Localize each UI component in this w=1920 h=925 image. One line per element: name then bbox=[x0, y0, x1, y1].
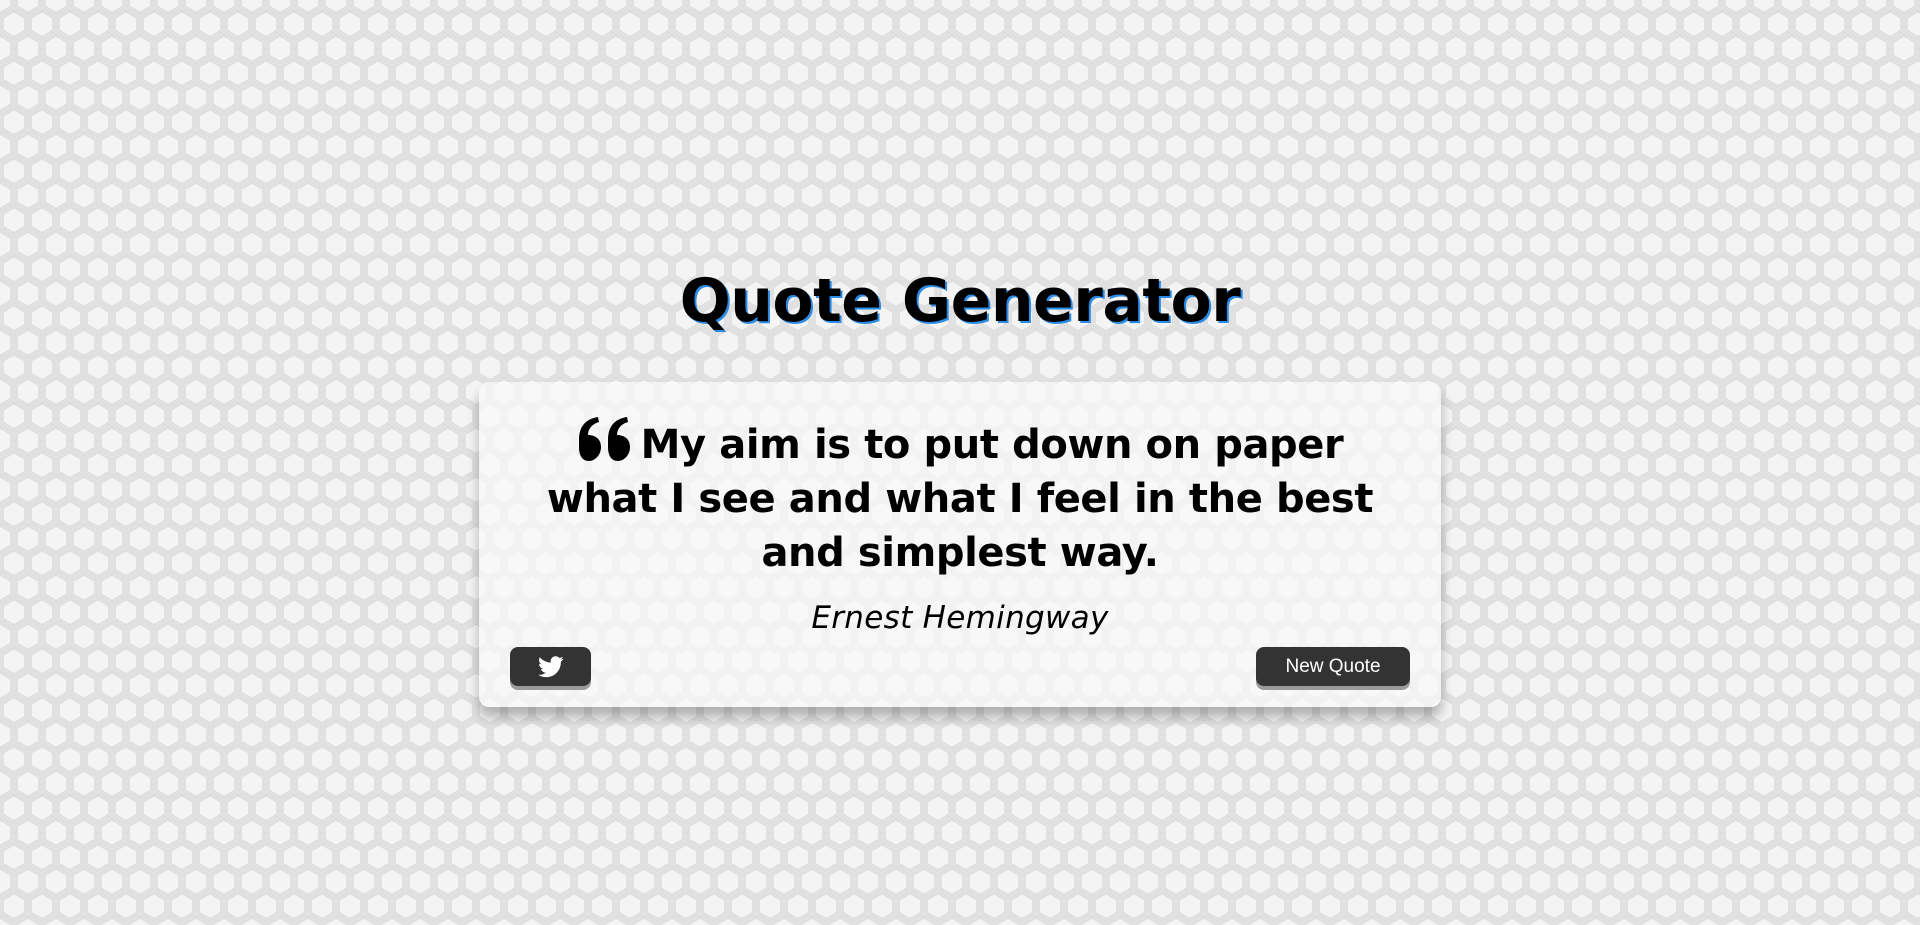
quote-container: My aim is to put down on paper what I se… bbox=[479, 382, 1441, 707]
twitter-icon bbox=[537, 655, 564, 678]
page: Quote Generator My aim is to put down on… bbox=[0, 0, 1920, 925]
quote-text: My aim is to put down on paper what I se… bbox=[546, 422, 1374, 576]
quote-block: My aim is to put down on paper what I se… bbox=[519, 412, 1401, 580]
quote-author: Ernest Hemingway bbox=[811, 600, 1109, 636]
new-quote-button[interactable]: New Quote bbox=[1256, 647, 1410, 686]
tweet-button[interactable] bbox=[510, 647, 591, 686]
quote-left-icon bbox=[577, 416, 633, 462]
page-title: Quote Generator bbox=[679, 266, 1241, 336]
